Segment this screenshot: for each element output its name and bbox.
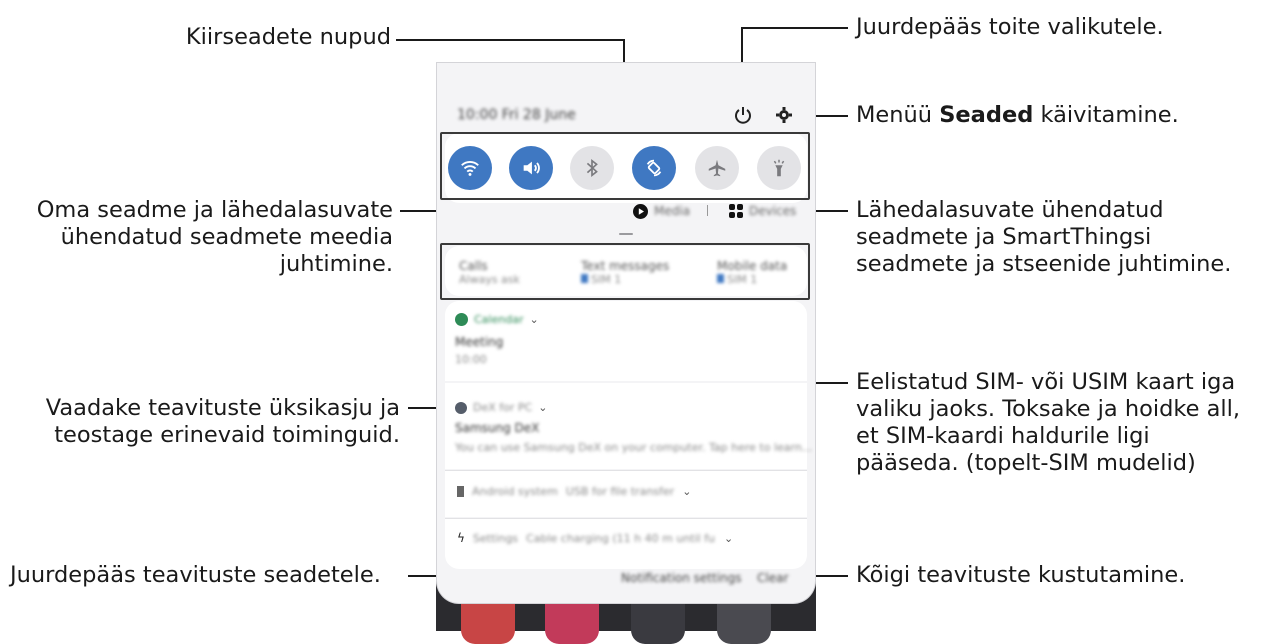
label-settings-bold: Seaded	[939, 102, 1034, 128]
play-icon	[633, 203, 648, 219]
usb-text: USB for file transfer	[565, 485, 675, 498]
usb-icon	[457, 486, 464, 497]
charging-row: ϟ Settings Cable charging (11 h 40 m unt…	[457, 531, 733, 545]
label-clear-all: Kõigi teavituste kustutamine.	[856, 562, 1186, 588]
clear-button[interactable]: Clear	[757, 571, 788, 585]
usb-row: Android system USB for file transfer ⌄	[457, 485, 691, 498]
devices-label: Devices	[749, 204, 797, 218]
label-devices: Lähedalasuvate ühendatud seadmete ja Sma…	[856, 197, 1232, 277]
calendar-event-title: Meeting	[455, 335, 504, 349]
label-notifications: Vaadake teavituste üksikasju ja teostage…	[45, 395, 400, 448]
gear-icon[interactable]	[775, 106, 793, 124]
label-settings: Menüü Seaded käivitamine.	[856, 102, 1179, 128]
calendar-app-name: Calendar	[474, 313, 524, 326]
chevron-down-icon[interactable]: ⌄	[529, 313, 538, 326]
drag-handle[interactable]	[619, 233, 633, 235]
label-quick-buttons: Kiirseadete nupud	[185, 24, 391, 50]
devices-button[interactable]: Devices	[729, 203, 796, 219]
usb-app-name: Android system	[472, 485, 558, 498]
lightning-icon: ϟ	[457, 531, 465, 545]
chevron-down-icon[interactable]: ⌄	[724, 532, 733, 545]
calendar-icon	[455, 313, 468, 326]
highlight-sim-preferences	[440, 243, 810, 300]
dex-icon	[455, 401, 467, 414]
notification-settings-button[interactable]: Notification settings	[621, 571, 742, 585]
dex-body: You can use Samsung DeX on your computer…	[455, 441, 813, 454]
chevron-down-icon[interactable]: ⌄	[682, 485, 691, 498]
power-icon[interactable]	[733, 105, 753, 125]
media-button[interactable]: Media	[633, 203, 690, 219]
charging-app-name: Settings	[472, 531, 519, 545]
date-time: 10:00 Fri 28 June	[457, 107, 576, 123]
label-sim: Eelistatud SIM- või USIM kaart iga valik…	[856, 369, 1241, 476]
label-notification-settings: Juurdepääs teavituste seadetele.	[10, 562, 381, 588]
dex-app-row: DeX for PC ⌄	[455, 401, 547, 414]
label-power-access: Juurdepääs toite valikutele.	[856, 14, 1164, 40]
separator	[707, 205, 708, 216]
dex-app-name: DeX for PC	[473, 401, 533, 414]
calendar-event-time: 10:00	[455, 353, 487, 366]
highlight-quick-settings	[440, 132, 810, 200]
label-media: Oma seadme ja lähedalasuvate ühendatud s…	[36, 197, 393, 277]
calendar-app-row: Calendar ⌄	[455, 313, 539, 326]
devices-grid-icon	[729, 204, 743, 218]
dex-title: Samsung DeX	[455, 421, 540, 435]
chevron-down-icon[interactable]: ⌄	[538, 401, 547, 414]
media-label: Media	[654, 204, 691, 218]
charging-text: Cable charging (11 h 40 m until fully ch…	[526, 531, 716, 545]
